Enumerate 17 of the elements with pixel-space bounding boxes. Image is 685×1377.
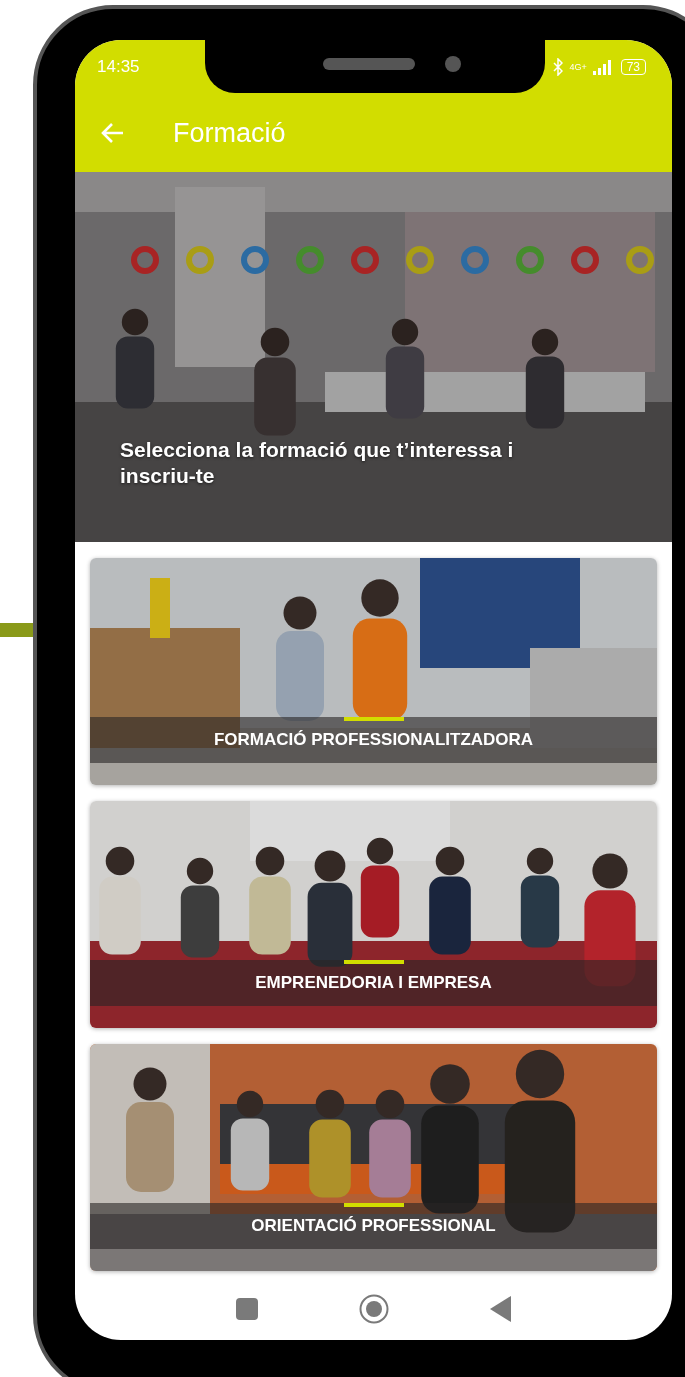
bluetooth-icon xyxy=(553,58,564,76)
recents-button[interactable] xyxy=(235,1298,258,1320)
course-card[interactable]: ORIENTACIÓ PROFESSIONAL xyxy=(90,1044,657,1271)
camera-icon xyxy=(445,56,461,72)
speaker-icon xyxy=(323,58,415,70)
course-card[interactable]: FORMACIÓ PROFESSIONALITZADORA xyxy=(90,558,657,785)
time: 14:35 xyxy=(97,57,140,77)
course-card[interactable]: EMPRENEDORIA I EMPRESA xyxy=(90,801,657,1028)
home-button[interactable] xyxy=(358,1294,389,1324)
card-title: FORMACIÓ PROFESSIONALITZADORA xyxy=(213,730,534,750)
network-type: 4G+ xyxy=(569,62,587,72)
card-title: ORIENTACIÓ PROFESSIONAL xyxy=(251,1216,496,1236)
back-button[interactable] xyxy=(489,1296,512,1322)
page-title: Formació xyxy=(173,117,286,149)
card-title: EMPRENEDORIA I EMPRESA xyxy=(255,973,492,993)
battery-icon: 73 xyxy=(620,59,646,75)
hero-caption: Selecciona la formació que t’interessa i inscriu-te xyxy=(120,437,515,489)
